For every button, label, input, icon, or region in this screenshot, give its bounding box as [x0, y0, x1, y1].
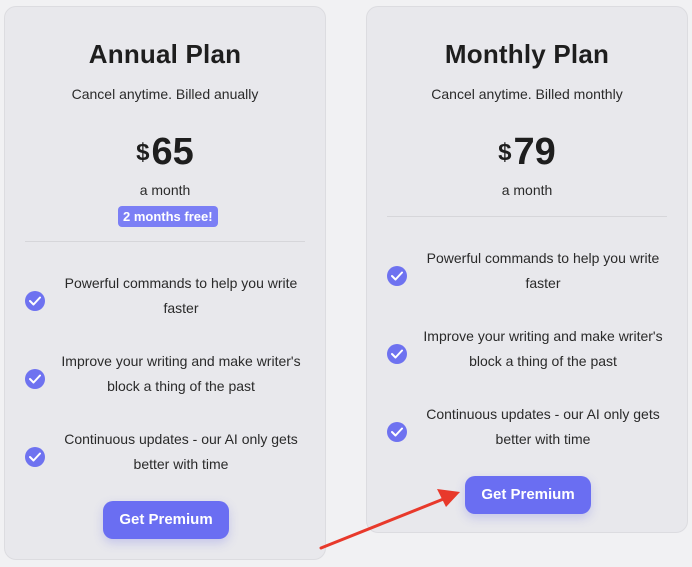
- feature-item: Powerful commands to help you write fast…: [5, 271, 325, 331]
- feature-item: Improve your writing and make writer's b…: [5, 349, 325, 409]
- feature-item: Continuous updates - our AI only gets be…: [367, 402, 687, 462]
- free-months-badge: 2 months free!: [118, 206, 218, 227]
- currency-symbol: $: [498, 139, 512, 166]
- currency-symbol: $: [136, 139, 150, 166]
- divider: [387, 216, 667, 217]
- get-premium-button[interactable]: Get Premium: [103, 501, 229, 539]
- check-circle-icon: [25, 291, 45, 311]
- plan-subtitle: Cancel anytime. Billed anually: [71, 86, 259, 102]
- price: $65: [5, 131, 325, 174]
- check-circle-icon: [387, 344, 407, 364]
- feature-text: Powerful commands to help you write fast…: [426, 250, 660, 291]
- plan-title: Annual Plan: [88, 39, 242, 69]
- billing-period: a month: [501, 182, 553, 198]
- annual-plan-card: Annual Plan Cancel anytime. Billed anual…: [4, 6, 326, 560]
- check-circle-icon: [387, 266, 407, 286]
- check-circle-icon: [25, 369, 45, 389]
- price: $79: [367, 131, 687, 174]
- feature-text: Powerful commands to help you write fast…: [64, 275, 298, 316]
- plan-title: Monthly Plan: [444, 39, 610, 69]
- check-circle-icon: [387, 422, 407, 442]
- price-amount: 65: [151, 131, 194, 173]
- feature-item: Improve your writing and make writer's b…: [367, 324, 687, 384]
- get-premium-button[interactable]: Get Premium: [465, 476, 591, 514]
- feature-text: Continuous updates - our AI only gets be…: [64, 431, 298, 472]
- divider: [25, 241, 305, 242]
- feature-item: Continuous updates - our AI only gets be…: [5, 427, 325, 487]
- price-amount: 79: [513, 131, 556, 173]
- monthly-plan-card: Monthly Plan Cancel anytime. Billed mont…: [366, 6, 688, 533]
- pricing-page: Annual Plan Cancel anytime. Billed anual…: [0, 0, 692, 567]
- feature-item: Powerful commands to help you write fast…: [367, 246, 687, 306]
- feature-text: Continuous updates - our AI only gets be…: [426, 406, 660, 447]
- check-circle-icon: [25, 447, 45, 467]
- plan-subtitle: Cancel anytime. Billed monthly: [431, 86, 623, 102]
- feature-text: Improve your writing and make writer's b…: [423, 328, 663, 369]
- billing-period: a month: [139, 182, 191, 198]
- feature-text: Improve your writing and make writer's b…: [61, 353, 301, 394]
